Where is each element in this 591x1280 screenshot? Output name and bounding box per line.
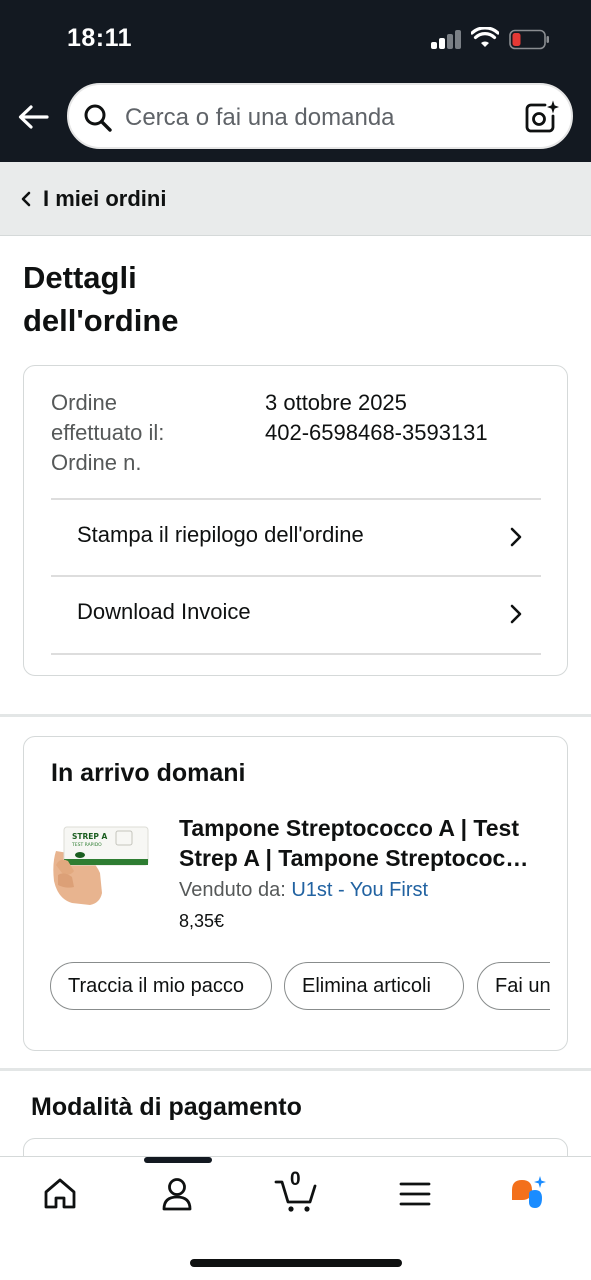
- order-date-label-line-2: effettuato il:: [51, 420, 165, 445]
- shipment-card: In arrivo domani STREP A TEST RAPIDO Tam…: [23, 736, 568, 1051]
- product-image[interactable]: STREP A TEST RAPIDO: [50, 821, 150, 907]
- seller-prefix: Venduto da:: [179, 879, 286, 901]
- print-summary-row[interactable]: Stampa il riepilogo dell'ordine: [51, 498, 541, 575]
- section-divider: [0, 714, 591, 717]
- action-chips: Traccia il mio pacco Elimina articoli Fa…: [50, 962, 550, 1012]
- cart-count: 0: [290, 1169, 301, 1190]
- search-icon: [84, 104, 112, 132]
- page-title-line-1: Dettagli: [23, 260, 137, 295]
- active-tab-indicator: [144, 1157, 212, 1163]
- seller-link[interactable]: U1st - You First: [291, 879, 428, 901]
- product-image-subtitle: TEST RAPIDO: [71, 842, 102, 848]
- order-summary-card: Ordine effettuato il: Ordine n. 3 ottobr…: [23, 365, 568, 676]
- order-date-label-line-1: Ordine: [51, 390, 118, 415]
- print-summary-label[interactable]: Stampa il riepilogo dell'ordine: [77, 522, 364, 548]
- download-invoice-row[interactable]: Download Invoice: [51, 575, 541, 652]
- download-invoice-label[interactable]: Download Invoice: [77, 599, 251, 625]
- page-title-line-2: dell'ordine: [23, 303, 179, 338]
- order-number-label: Ordine n.: [51, 450, 142, 475]
- battery-icon: [509, 29, 549, 50]
- delivery-status: In arrivo domani: [51, 759, 246, 787]
- product-title-line-1[interactable]: Tampone Streptococco A | Test: [179, 813, 539, 843]
- home-icon[interactable]: [40, 1174, 80, 1214]
- product-image-title: STREP A: [72, 832, 108, 841]
- product-price: 8,35€: [179, 911, 225, 931]
- order-values: 3 ottobre 2025 402-6598468-3593131: [265, 388, 488, 448]
- chevron-right-icon: [510, 527, 522, 547]
- track-package-button[interactable]: Traccia il mio pacco: [50, 962, 272, 1010]
- top-header: 18:11 Cerca o fai una domanda: [0, 0, 591, 162]
- status-time: 18:11: [67, 24, 133, 52]
- back-arrow-icon[interactable]: [16, 100, 50, 134]
- chevron-right-icon: [510, 604, 522, 624]
- breadcrumb-label[interactable]: I miei ordini: [43, 186, 166, 212]
- product-title-line-2[interactable]: Strep A | Tampone Streptococco A: [179, 843, 539, 873]
- order-date-value: 3 ottobre 2025: [265, 390, 407, 415]
- wifi-icon: [471, 27, 499, 47]
- payment-heading: Modalità di pagamento: [31, 1093, 302, 1121]
- remove-items-button[interactable]: Elimina articoli: [284, 962, 464, 1010]
- page-title: Dettagli dell'ordine: [23, 256, 323, 342]
- camera-icon[interactable]: [523, 99, 559, 135]
- row-divider: [51, 653, 541, 655]
- order-number-value: 402-6598468-3593131: [265, 420, 488, 445]
- menu-icon[interactable]: [395, 1174, 435, 1214]
- breadcrumb[interactable]: I miei ordini: [0, 162, 591, 236]
- rufus-icon[interactable]: [508, 1174, 548, 1214]
- seller-info: Venduto da: U1st - You First: [179, 879, 428, 902]
- search-input[interactable]: Cerca o fai una domanda: [125, 104, 395, 132]
- home-indicator: [190, 1259, 402, 1267]
- product-title[interactable]: Tampone Streptococco A | Test Strep A | …: [179, 813, 539, 873]
- ask-question-button[interactable]: Fai una domanda: [477, 962, 550, 1010]
- signal-icon: [431, 30, 463, 49]
- section-divider: [0, 1068, 591, 1071]
- account-icon[interactable]: [157, 1174, 197, 1214]
- chevron-left-icon: [21, 191, 31, 207]
- search-bar[interactable]: Cerca o fai una domanda: [67, 83, 573, 149]
- order-labels: Ordine effettuato il: Ordine n.: [51, 388, 221, 478]
